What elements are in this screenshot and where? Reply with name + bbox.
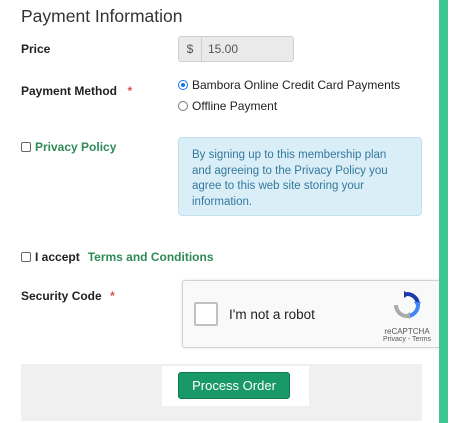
recaptcha-logo: reCAPTCHA Privacy - Terms: [379, 290, 435, 343]
currency-addon: $: [179, 37, 202, 61]
privacy-policy-link[interactable]: Privacy Policy: [35, 140, 116, 154]
recaptcha-icon: [394, 291, 421, 319]
recaptcha-label: I'm not a robot: [229, 307, 315, 322]
process-order-button[interactable]: Process Order: [178, 372, 290, 399]
recaptcha-brand: reCAPTCHA: [384, 327, 430, 336]
payment-option-offline[interactable]: Offline Payment: [178, 99, 277, 113]
price-label: Price: [21, 42, 51, 56]
recaptcha-widget: I'm not a robot reCAPTCHA Privacy - Term…: [182, 280, 444, 348]
price-field: $ 15.00: [178, 36, 294, 62]
radio-bambora[interactable]: [178, 80, 188, 90]
payment-option-label: Bambora Online Credit Card Payments: [192, 78, 401, 92]
payment-method-label: Payment Method: [21, 84, 118, 98]
required-marker: *: [127, 84, 133, 98]
required-marker: *: [110, 289, 115, 303]
payment-method-label-group: Payment Method *: [21, 82, 132, 100]
radio-offline[interactable]: [178, 101, 188, 111]
payment-option-label: Offline Payment: [192, 99, 278, 113]
privacy-policy-checkbox-row[interactable]: Privacy Policy: [21, 140, 116, 154]
recaptcha-links[interactable]: Privacy - Terms: [379, 336, 435, 343]
security-code-label: Security Code: [21, 289, 102, 303]
privacy-notice: By signing up to this membership plan an…: [178, 137, 422, 216]
recaptcha-checkbox[interactable]: [194, 302, 218, 326]
terms-link[interactable]: Terms and Conditions: [88, 250, 214, 264]
security-code-label-group: Security Code *: [21, 287, 115, 305]
privacy-policy-checkbox[interactable]: [21, 142, 31, 152]
price-value: 15.00: [208, 42, 239, 56]
payment-option-bambora[interactable]: Bambora Online Credit Card Payments: [178, 78, 400, 92]
terms-checkbox[interactable]: [21, 252, 31, 262]
accent-strip: [439, 0, 448, 423]
terms-row[interactable]: I accept Terms and Conditions: [21, 250, 214, 264]
page-title: Payment Information: [21, 6, 183, 26]
terms-prefix: I accept: [35, 250, 80, 264]
